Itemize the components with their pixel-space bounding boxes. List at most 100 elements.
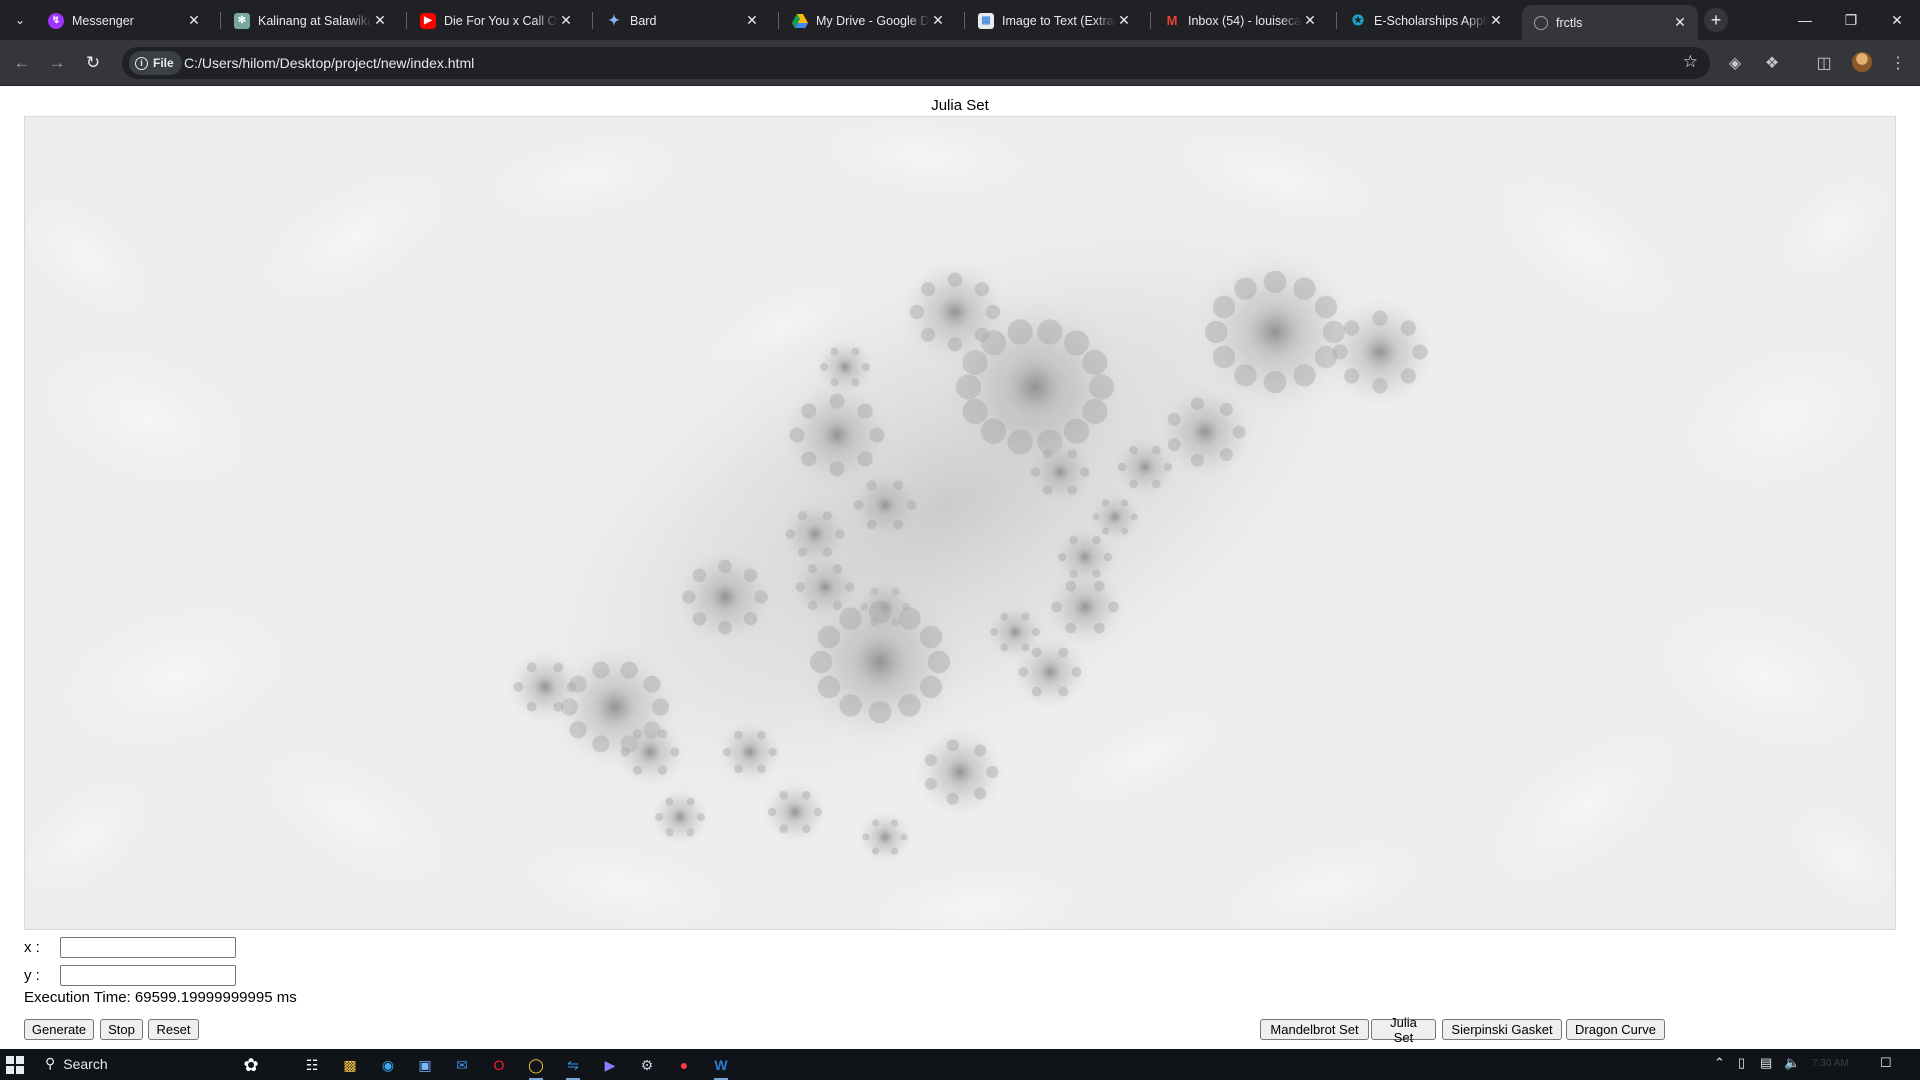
fractal-detail <box>809 650 833 674</box>
bookmark-star-icon[interactable]: ☆ <box>1683 52 1698 72</box>
forward-arrow-icon[interactable]: → <box>45 51 69 75</box>
fractal-detail <box>909 304 925 320</box>
back-arrow-icon[interactable]: ← <box>10 51 34 75</box>
network-icon[interactable]: ▤ <box>1760 1055 1772 1071</box>
fractal-detail <box>779 790 788 800</box>
fractal-detail <box>620 747 630 757</box>
sierpinski-gasket-button[interactable]: Sierpinski Gasket <box>1442 1019 1562 1040</box>
tab-close-icon[interactable]: ✕ <box>930 12 946 29</box>
flower-widget-icon[interactable]: ✿ <box>236 1053 266 1077</box>
mail-icon[interactable]: ✉ <box>447 1053 477 1077</box>
tab-close-icon[interactable]: ✕ <box>1302 12 1318 29</box>
fractal-detail <box>718 559 732 574</box>
tab-close-icon[interactable]: ✕ <box>372 12 388 29</box>
file-explorer-icon[interactable]: ▩ <box>335 1053 365 1077</box>
fractal-detail <box>1058 686 1069 697</box>
fractal-detail <box>920 282 936 297</box>
menu-kebab-icon[interactable]: ⋮ <box>1886 51 1910 75</box>
fractal-detail <box>795 582 805 592</box>
fractal-detail <box>1065 580 1077 592</box>
side-panel-icon[interactable]: ◫ <box>1812 51 1836 75</box>
extensions-puzzle-icon[interactable]: ❖ <box>1760 51 1784 75</box>
opera-icon[interactable]: O <box>484 1053 514 1077</box>
y-input[interactable] <box>60 965 236 986</box>
mandelbrot-set-button[interactable]: Mandelbrot Set <box>1260 1019 1369 1040</box>
fractal-detail <box>1042 485 1053 495</box>
stop-button[interactable]: Stop <box>100 1019 143 1040</box>
fractal-detail <box>1037 319 1063 345</box>
julia-set-button[interactable]: Julia Set <box>1371 1015 1436 1045</box>
chatgpt-icon: ✻ <box>234 12 250 29</box>
volume-icon[interactable]: 🔈 <box>1784 1055 1800 1071</box>
x-input[interactable] <box>60 937 236 958</box>
word-icon[interactable]: W <box>706 1053 736 1080</box>
new-tab-plus-icon[interactable]: + <box>1704 8 1728 32</box>
tab-kalinang[interactable]: ✻ Kalinang at Salawikain ✕ <box>222 5 398 36</box>
fractal-detail <box>1372 378 1388 394</box>
windows-start-icon[interactable] <box>6 1056 24 1074</box>
tab-search-chevron-icon[interactable]: ⌄ <box>8 8 32 32</box>
profile-avatar[interactable] <box>1852 52 1872 72</box>
battery-icon[interactable]: ▯ <box>1738 1055 1745 1071</box>
fractal-detail <box>1101 527 1110 535</box>
fractal-detail <box>985 304 1001 320</box>
edge-icon[interactable]: ◉ <box>373 1053 403 1077</box>
media-player-icon[interactable]: ▶ <box>595 1053 625 1077</box>
chrome-icon[interactable]: ◯ <box>521 1053 551 1080</box>
extension-shield-icon[interactable]: ◈ <box>1723 51 1747 75</box>
tab-gmail[interactable]: M Inbox (54) - louisecarl ✕ <box>1152 5 1328 36</box>
window-close-icon[interactable]: ✕ <box>1874 0 1920 40</box>
tab-close-icon[interactable]: ✕ <box>186 12 202 29</box>
site-info-chip[interactable]: i File <box>129 51 182 75</box>
fractal-detail <box>1071 667 1082 677</box>
task-view-icon[interactable]: ☷ <box>297 1053 327 1077</box>
fractal-spiral-core <box>1185 412 1225 452</box>
tab-close-icon[interactable]: ✕ <box>1672 14 1688 31</box>
info-icon: i <box>135 56 148 70</box>
tab-close-icon[interactable]: ✕ <box>558 12 574 29</box>
fractal-canvas[interactable] <box>24 116 1896 930</box>
tab-close-icon[interactable]: ✕ <box>744 12 760 29</box>
fractal-detail <box>817 675 841 699</box>
tab-messenger[interactable]: ↯ Messenger ✕ <box>36 5 212 36</box>
tab-title: E-Scholarships Application <box>1374 13 1488 28</box>
tab-youtube[interactable]: ▶ Die For You x Call Out My Name ✕ <box>408 5 584 36</box>
taskbar-search[interactable]: ⚲ Search <box>45 1055 108 1072</box>
tab-escholarships[interactable]: ✪ E-Scholarships Application ✕ <box>1338 5 1514 36</box>
store-icon[interactable]: ▣ <box>410 1053 440 1077</box>
vscode-icon[interactable]: ⇋ <box>558 1053 588 1080</box>
tab-image-to-text[interactable]: ▦ Image to Text (Extract Text) ✕ <box>966 5 1142 36</box>
tab-close-icon[interactable]: ✕ <box>1116 12 1132 29</box>
generate-button[interactable]: Generate <box>24 1019 94 1040</box>
tab-close-icon[interactable]: ✕ <box>1488 12 1504 29</box>
fractal-detail <box>1190 453 1204 467</box>
restore-icon[interactable]: ❐ <box>1828 0 1874 40</box>
fractal-spiral-core <box>874 826 896 848</box>
tab-title: frctls <box>1556 15 1583 30</box>
clock[interactable]: 7:30 AM <box>1812 1058 1849 1069</box>
fractal-detail <box>797 511 808 521</box>
tab-separator <box>964 12 965 29</box>
fractal-spiral-core <box>869 489 901 521</box>
reload-icon[interactable]: ↻ <box>81 51 105 75</box>
tab-frctls-active[interactable]: frctls ✕ <box>1522 5 1698 40</box>
url-text[interactable]: C:/Users/hilom/Desktop/project/new/index… <box>184 55 474 71</box>
fractal-detail <box>657 729 668 739</box>
dragon-curve-button[interactable]: Dragon Curve <box>1566 1019 1665 1040</box>
tab-google-drive[interactable]: My Drive - Google Drive ✕ <box>780 5 956 36</box>
fractal-detail <box>1372 310 1388 326</box>
fractal-detail <box>1234 364 1257 387</box>
tab-separator <box>406 12 407 29</box>
fractal-detail <box>946 739 959 752</box>
fractal-spiral-core <box>781 798 809 826</box>
address-bar[interactable]: i File C:/Users/hilom/Desktop/project/ne… <box>122 47 1710 79</box>
reset-button[interactable]: Reset <box>148 1019 199 1040</box>
fractal-detail <box>722 747 732 757</box>
tray-chevron-icon[interactable]: ⌃ <box>1714 1055 1725 1071</box>
tab-bard[interactable]: ✦ Bard ✕ <box>594 5 770 36</box>
steam-icon[interactable]: ⚙ <box>632 1053 662 1077</box>
notifications-icon[interactable]: ☐ <box>1880 1055 1892 1071</box>
messenger-app-icon[interactable]: ● <box>669 1053 699 1077</box>
minimize-icon[interactable]: — <box>1782 0 1828 40</box>
fractal-detail <box>924 777 938 791</box>
